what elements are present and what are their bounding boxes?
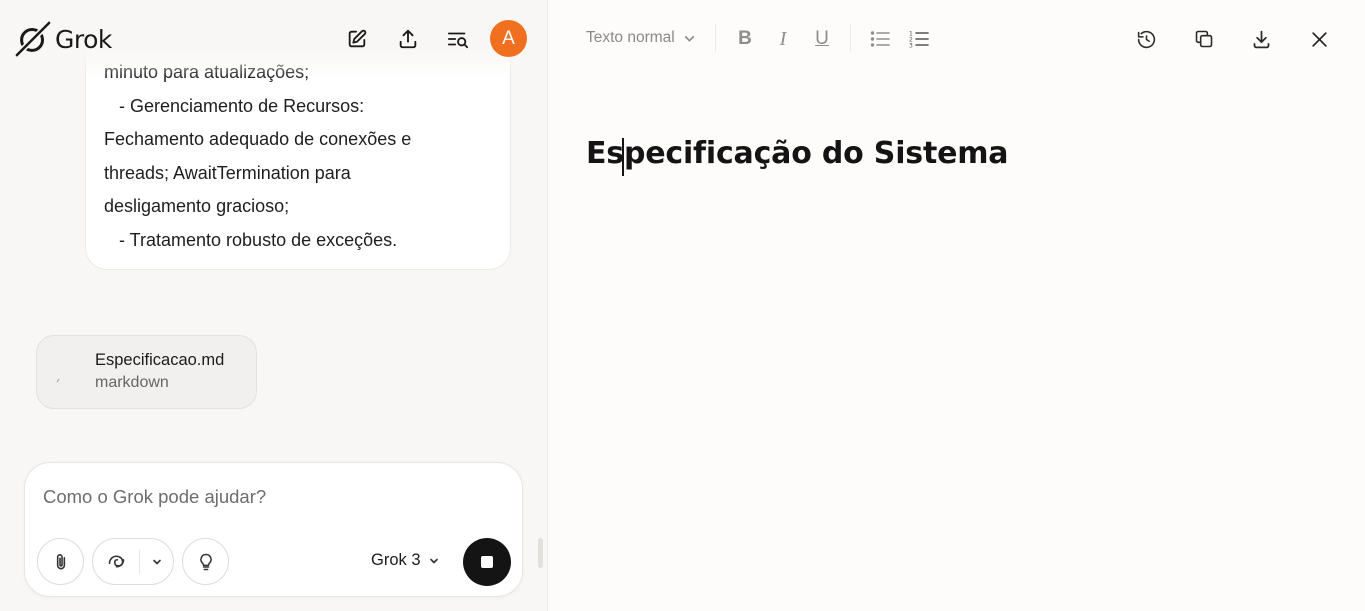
message-line: Fechamento adequado de conexões e — [104, 129, 412, 150]
model-selector[interactable]: Grok 3 — [371, 551, 440, 570]
search-history-icon — [447, 32, 469, 49]
download-icon — [1253, 30, 1269, 48]
document-title[interactable]: Especificação do Sistema — [586, 136, 1009, 171]
attach-button[interactable] — [37, 538, 84, 585]
message-line: - Tratamento robusto de exceções. — [104, 229, 398, 250]
bold-button[interactable]: B — [730, 24, 760, 54]
deepsearch-toggle[interactable] — [92, 538, 174, 585]
copy-icon — [1195, 30, 1213, 48]
think-icon — [199, 553, 212, 570]
history-button[interactable] — [1131, 24, 1161, 54]
think-button[interactable] — [182, 538, 229, 585]
chat-input[interactable] — [43, 486, 483, 508]
chevron-down-icon — [152, 559, 161, 564]
stop-button[interactable] — [463, 538, 511, 586]
close-button[interactable] — [1304, 24, 1334, 54]
chat-composer: Grok 3 — [24, 462, 523, 597]
stop-icon — [481, 556, 493, 568]
message-line: desligamento gracioso; — [104, 196, 290, 217]
numbered-list-icon: 1 2 3 — [909, 31, 929, 49]
attachment-name: Especificacao.md — [95, 351, 225, 369]
numbered-list-button[interactable]: 1 2 3 — [904, 24, 934, 54]
share-upload-icon — [399, 29, 417, 49]
download-button[interactable] — [1246, 24, 1276, 54]
italic-button[interactable]: I — [768, 24, 798, 54]
new-chat-button[interactable] — [342, 24, 372, 54]
deepsearch-button[interactable] — [93, 549, 141, 574]
bullet-list-icon — [870, 31, 890, 47]
grok-logo-icon — [15, 21, 51, 57]
deepsearch-dropdown[interactable] — [140, 556, 173, 568]
underline-button[interactable]: U — [807, 24, 837, 54]
bullet-list-button[interactable] — [865, 24, 895, 54]
resize-handle[interactable] — [538, 538, 543, 568]
close-icon — [1311, 31, 1327, 47]
message-line: - Gerenciamento de Recursos: — [104, 95, 365, 116]
text-style-select[interactable]: Texto normal — [586, 29, 696, 47]
attachment-type: markdown — [95, 374, 169, 391]
attach-icon — [56, 553, 65, 569]
new-chat-icon — [348, 29, 367, 48]
history-icon — [1137, 30, 1155, 48]
chevron-down-icon — [684, 35, 694, 41]
attachment-card[interactable]: Especificacao.md markdown — [36, 335, 257, 409]
share-button[interactable] — [393, 24, 423, 54]
text-cursor — [622, 138, 624, 176]
copy-button[interactable] — [1189, 24, 1219, 54]
chat-pane: minuto para atualizações; - Gerenciament… — [0, 0, 548, 611]
toolbar-divider — [850, 24, 851, 52]
model-label: Grok 3 — [371, 551, 421, 569]
file-icon — [56, 378, 60, 383]
svg-text:3: 3 — [909, 43, 913, 49]
deepsearch-icon — [108, 555, 124, 568]
document-editor-pane: Texto normal B I U 1 2 3 Especificação d… — [548, 0, 1365, 611]
assistant-message-text: minuto para atualizações; - Gerenciament… — [104, 56, 499, 258]
text-style-label: Texto normal — [586, 29, 675, 46]
toolbar-divider — [715, 24, 716, 52]
user-avatar[interactable]: A — [490, 20, 527, 57]
app-name: Grok — [55, 24, 112, 54]
search-history-button[interactable] — [443, 24, 473, 54]
top-bar: Grok A — [0, 0, 547, 78]
grok-logo[interactable]: Grok — [14, 20, 112, 58]
message-line: threads; AwaitTermination para — [104, 162, 351, 183]
chevron-down-icon — [429, 558, 438, 563]
